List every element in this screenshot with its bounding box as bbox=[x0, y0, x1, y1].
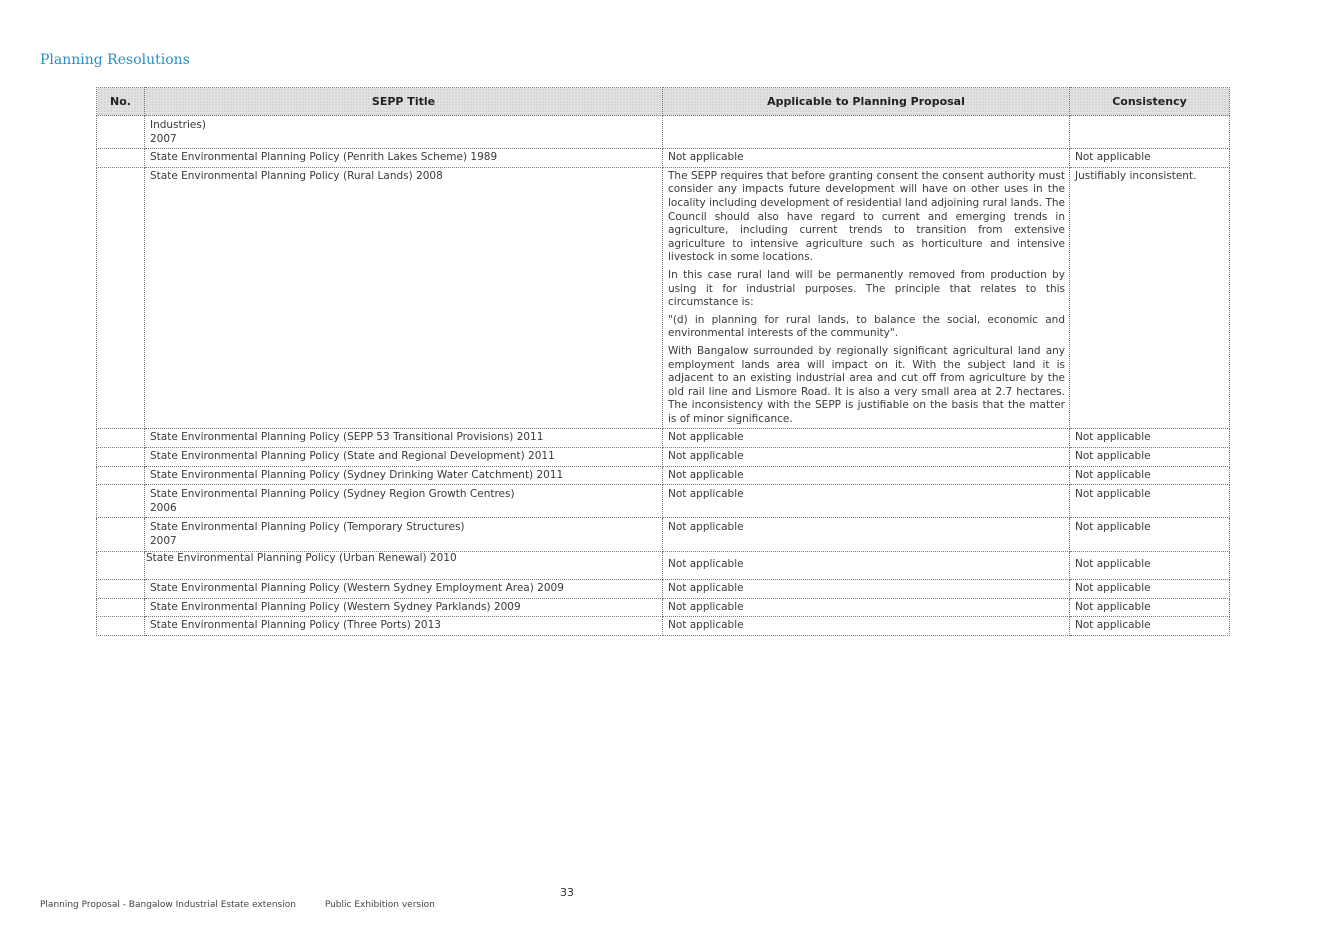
sepp-title: State Environmental Planning Policy (Thr… bbox=[144, 616, 663, 636]
row-number bbox=[96, 114, 145, 150]
row-number bbox=[96, 517, 145, 552]
sepp-title: State Environmental Planning Policy (Pen… bbox=[144, 148, 663, 168]
consistency-cell: Not applicable bbox=[1069, 428, 1230, 449]
sepp-title-line: State Environmental Planning Policy (Tem… bbox=[150, 521, 465, 534]
applicable-cell: Not applicable bbox=[662, 447, 1070, 467]
applicable-cell: Not applicable bbox=[662, 428, 1070, 449]
applicable-cell: Not applicable bbox=[662, 517, 1070, 552]
row-number bbox=[96, 484, 145, 519]
header-applicable: Applicable to Planning Proposal bbox=[662, 87, 1070, 116]
row-number bbox=[96, 428, 145, 449]
row-number bbox=[96, 465, 145, 486]
header-no: No. bbox=[96, 87, 145, 116]
sepp-title-line: State Environmental Planning Policy (Syd… bbox=[150, 488, 515, 501]
table-row: State Environmental Planning Policy (Tem… bbox=[96, 517, 1230, 552]
table-row: State Environmental Planning Policy (Sta… bbox=[96, 447, 1230, 467]
table-header-row: No. SEPP Title Applicable to Planning Pr… bbox=[96, 87, 1230, 116]
page-number: 33 bbox=[560, 886, 574, 899]
table-row: State Environmental Planning Policy (Rur… bbox=[96, 166, 1230, 430]
applicable-cell: Not applicable bbox=[662, 579, 1070, 599]
row-number bbox=[96, 597, 145, 618]
table-row: State Environmental Planning Policy (Syd… bbox=[96, 484, 1230, 519]
row-number bbox=[96, 166, 145, 430]
applicable-cell: Not applicable bbox=[662, 597, 1070, 618]
table-row: State Environmental Planning Policy (SEP… bbox=[96, 428, 1230, 449]
row-number bbox=[96, 550, 145, 581]
row-number bbox=[96, 616, 145, 636]
sepp-title: State Environmental Planning Policy (Urb… bbox=[144, 550, 663, 581]
sepp-title-line: 2007 bbox=[150, 132, 177, 145]
sepp-title-line: 2006 bbox=[150, 501, 177, 514]
sepp-title: State Environmental Planning Policy (Wes… bbox=[144, 597, 663, 618]
applicable-paragraph: In this case rural land will be permanen… bbox=[668, 268, 1065, 309]
row-number bbox=[96, 447, 145, 467]
table-row: State Environmental Planning Policy (Wes… bbox=[96, 579, 1230, 599]
applicable-paragraph: The SEPP requires that before granting c… bbox=[668, 169, 1065, 264]
applicable-cell: Not applicable bbox=[662, 465, 1070, 486]
consistency-cell bbox=[1069, 114, 1230, 150]
table-row: State Environmental Planning Policy (Pen… bbox=[96, 148, 1230, 168]
sepp-title-line: 2007 bbox=[150, 535, 177, 548]
page-footer: Planning Proposal - Bangalow Industrial … bbox=[40, 900, 435, 910]
footer-version: Public Exhibition version bbox=[324, 900, 435, 910]
sepp-table: No. SEPP Title Applicable to Planning Pr… bbox=[96, 87, 1230, 636]
applicable-cell bbox=[662, 114, 1070, 150]
table-row: Industries) 2007 bbox=[96, 114, 1230, 150]
table-row: State Environmental Planning Policy (Syd… bbox=[96, 465, 1230, 486]
row-number bbox=[96, 579, 145, 599]
table-row: State Environmental Planning Policy (Wes… bbox=[96, 597, 1230, 618]
consistency-cell: Not applicable bbox=[1069, 148, 1230, 168]
consistency-cell: Not applicable bbox=[1069, 465, 1230, 486]
consistency-cell: Not applicable bbox=[1069, 616, 1230, 636]
sepp-title: State Environmental Planning Policy (SEP… bbox=[144, 428, 663, 449]
sepp-title: State Environmental Planning Policy (Sta… bbox=[144, 447, 663, 467]
table-row: State Environmental Planning Policy (Thr… bbox=[96, 616, 1230, 636]
applicable-cell: The SEPP requires that before granting c… bbox=[662, 166, 1070, 430]
applicable-cell: Not applicable bbox=[662, 550, 1070, 581]
consistency-cell: Not applicable bbox=[1069, 579, 1230, 599]
consistency-cell: Not applicable bbox=[1069, 447, 1230, 467]
consistency-cell: Not applicable bbox=[1069, 550, 1230, 581]
applicable-cell: Not applicable bbox=[662, 148, 1070, 168]
sepp-title: State Environmental Planning Policy (Wes… bbox=[144, 579, 663, 599]
sepp-title: Industries) 2007 bbox=[144, 114, 663, 150]
consistency-cell: Not applicable bbox=[1069, 597, 1230, 618]
row-number bbox=[96, 148, 145, 168]
applicable-cell: Not applicable bbox=[662, 484, 1070, 519]
consistency-cell: Justifiably inconsistent. bbox=[1069, 166, 1230, 430]
header-sepp-title: SEPP Title bbox=[144, 87, 663, 116]
applicable-cell: Not applicable bbox=[662, 616, 1070, 636]
sepp-title: State Environmental Planning Policy (Tem… bbox=[144, 517, 663, 552]
table-row: State Environmental Planning Policy (Urb… bbox=[96, 550, 1230, 581]
sepp-title: State Environmental Planning Policy (Syd… bbox=[144, 484, 663, 519]
applicable-paragraph: With Bangalow surrounded by regionally s… bbox=[668, 344, 1065, 425]
sepp-title: State Environmental Planning Policy (Syd… bbox=[144, 465, 663, 486]
sepp-title-line: Industries) bbox=[150, 119, 206, 131]
footer-document-title: Planning Proposal - Bangalow Industrial … bbox=[40, 900, 296, 910]
page-heading: Planning Resolutions bbox=[40, 52, 190, 68]
header-consistency: Consistency bbox=[1069, 87, 1230, 116]
sepp-title: State Environmental Planning Policy (Rur… bbox=[144, 166, 663, 430]
consistency-cell: Not applicable bbox=[1069, 517, 1230, 552]
applicable-paragraph: "(d) in planning for rural lands, to bal… bbox=[668, 313, 1065, 340]
consistency-cell: Not applicable bbox=[1069, 484, 1230, 519]
